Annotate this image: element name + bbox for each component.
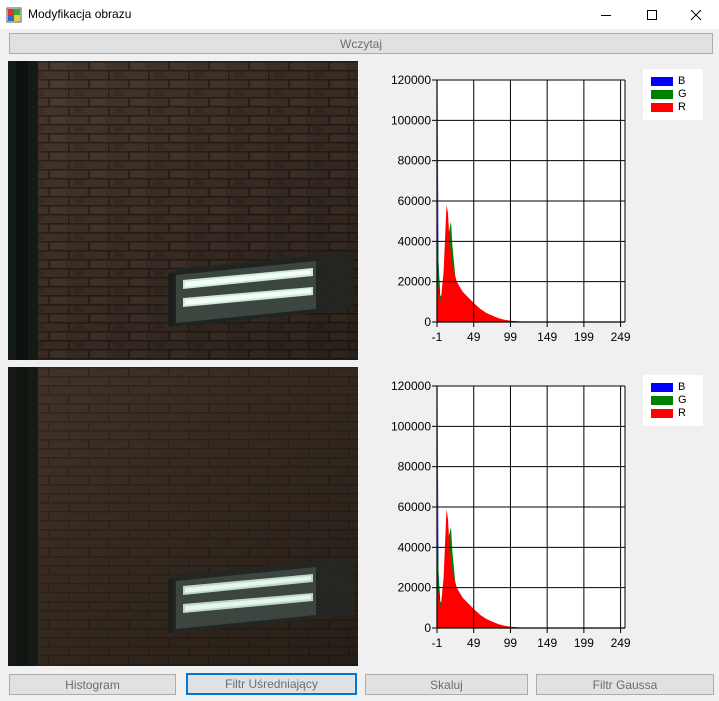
legend-swatch-r bbox=[651, 408, 673, 418]
y-tick-label: 60000 bbox=[398, 500, 432, 514]
title-bar[interactable]: Modyfikacja obrazu bbox=[0, 0, 719, 29]
histogram-button[interactable]: Histogram bbox=[9, 674, 176, 695]
x-tick-label: 149 bbox=[537, 330, 557, 344]
load-button[interactable]: Wczytaj bbox=[9, 33, 713, 54]
minimize-button[interactable] bbox=[583, 0, 629, 29]
x-tick-label: -1 bbox=[432, 636, 443, 650]
x-tick-label: 249 bbox=[611, 330, 631, 344]
legend-swatch-g bbox=[651, 395, 673, 405]
legend-swatch-r bbox=[651, 102, 673, 112]
legend-item-b: B bbox=[651, 75, 685, 87]
legend-label-b: B bbox=[678, 75, 686, 87]
x-tick-label: 49 bbox=[467, 636, 481, 650]
y-tick-label: 0 bbox=[424, 621, 431, 635]
maximize-icon bbox=[647, 9, 657, 20]
y-tick-label: 100000 bbox=[391, 113, 431, 127]
y-tick-label: 80000 bbox=[398, 154, 432, 168]
x-tick-label: 49 bbox=[467, 330, 481, 344]
x-tick-label: 199 bbox=[574, 636, 594, 650]
average-filter-button[interactable]: Filtr Uśredniający bbox=[186, 673, 357, 695]
y-tick-label: 120000 bbox=[391, 379, 431, 393]
x-tick-label: 99 bbox=[504, 636, 518, 650]
histogram-legend-original: B G R bbox=[643, 69, 703, 120]
legend-swatch-g bbox=[651, 89, 673, 99]
legend-swatch-b bbox=[651, 76, 673, 86]
legend-item-r: R bbox=[651, 101, 686, 113]
original-image bbox=[8, 61, 358, 360]
histogram-legend-filtered: B G R bbox=[643, 375, 703, 426]
y-tick-label: 100000 bbox=[391, 419, 431, 433]
legend-label-g: G bbox=[678, 88, 687, 100]
x-tick-label: -1 bbox=[432, 330, 443, 344]
legend-item-g: G bbox=[651, 394, 687, 406]
legend-label-g: G bbox=[678, 394, 687, 406]
close-button[interactable] bbox=[673, 0, 719, 29]
x-tick-label: 249 bbox=[611, 636, 631, 650]
legend-item-r: R bbox=[651, 407, 686, 419]
y-tick-label: 120000 bbox=[391, 73, 431, 87]
y-tick-label: 20000 bbox=[398, 581, 432, 595]
close-icon bbox=[691, 9, 701, 20]
legend-label-b: B bbox=[678, 381, 686, 393]
gauss-filter-button[interactable]: Filtr Gaussa bbox=[536, 674, 714, 695]
y-tick-label: 40000 bbox=[398, 540, 432, 554]
x-tick-label: 199 bbox=[574, 330, 594, 344]
minimize-icon bbox=[601, 14, 611, 16]
y-tick-label: 60000 bbox=[398, 194, 432, 208]
legend-item-b: B bbox=[651, 381, 685, 393]
y-tick-label: 0 bbox=[424, 315, 431, 329]
app-image-icon bbox=[6, 7, 22, 23]
legend-swatch-b bbox=[651, 382, 673, 392]
legend-item-g: G bbox=[651, 88, 687, 100]
y-tick-label: 40000 bbox=[398, 234, 432, 248]
legend-label-r: R bbox=[678, 407, 686, 419]
x-tick-label: 99 bbox=[504, 330, 518, 344]
main-window: Modyfikacja obrazu Wczytaj 0 20000 40000… bbox=[0, 0, 719, 701]
filtered-image bbox=[8, 367, 358, 666]
scale-button[interactable]: Skaluj bbox=[365, 674, 528, 695]
legend-label-r: R bbox=[678, 101, 686, 113]
window-title: Modyfikacja obrazu bbox=[28, 7, 132, 21]
y-tick-label: 20000 bbox=[398, 275, 432, 289]
maximize-button[interactable] bbox=[629, 0, 675, 29]
y-tick-label: 80000 bbox=[398, 460, 432, 474]
x-tick-label: 149 bbox=[537, 636, 557, 650]
